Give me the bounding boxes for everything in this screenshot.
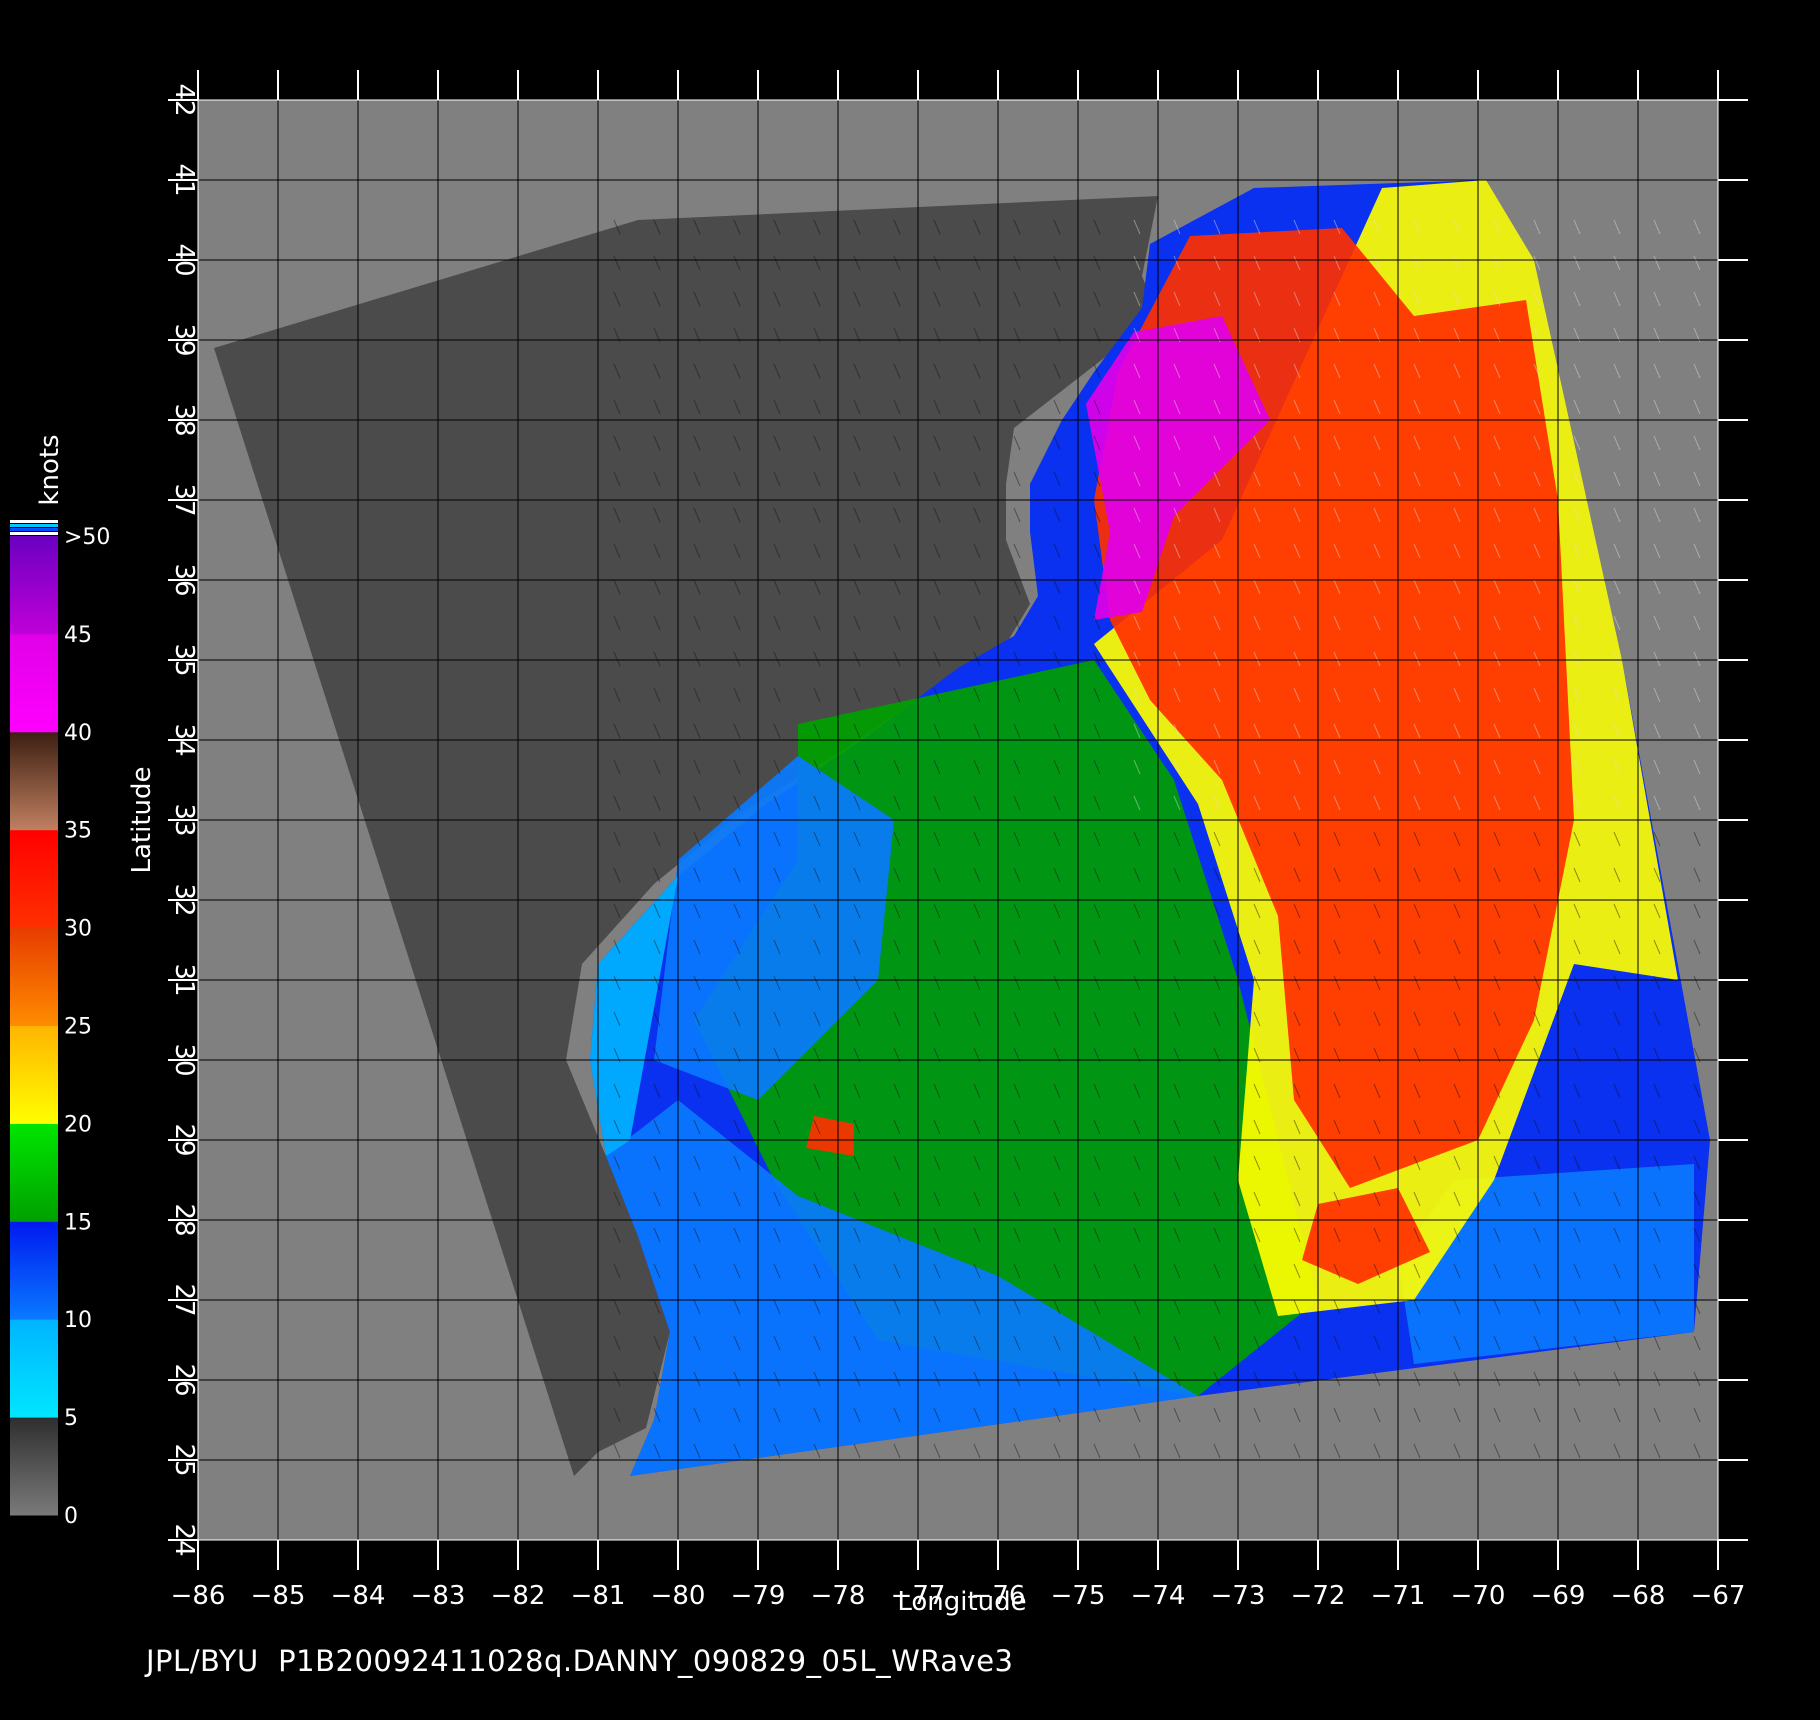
x-tick-label: −80 — [651, 1581, 706, 1611]
x-tick-label: −85 — [251, 1581, 306, 1611]
legend-label: 45 — [64, 623, 92, 648]
y-tick-label: 32 — [169, 883, 199, 916]
plot-area — [168, 70, 1748, 1570]
y-tick-label: 42 — [169, 83, 199, 116]
y-tick-labels: 24 25 26 27 28 29 30 31 32 33 34 35 36 37 38 39 40 41 42 — [169, 83, 199, 1556]
legend-label: 20 — [64, 1112, 92, 1137]
legend-labels: 0 5 10 15 20 25 30 35 40 45 >50 — [64, 525, 110, 1529]
wind-map-figure: −86 −85 −84 −83 −82 −81 −80 −79 −78 −77 −76 −75 −74−… — [10, 70, 1748, 1617]
y-tick-label: 34 — [169, 723, 199, 756]
legend-band — [10, 731, 58, 831]
legend-label: 15 — [64, 1210, 92, 1235]
y-tick-label: 27 — [169, 1283, 199, 1316]
legend-band — [10, 1417, 58, 1516]
y-tick-label: 33 — [169, 803, 199, 836]
legend-unit: knots — [35, 434, 65, 505]
y-tick-label: 25 — [169, 1443, 199, 1476]
legend-band — [10, 1319, 58, 1418]
legend-band — [10, 1123, 58, 1222]
y-tick-label: 38 — [169, 403, 199, 436]
legend-top-stripe — [10, 528, 58, 531]
y-tick-label: 24 — [169, 1523, 199, 1556]
legend-label: >50 — [64, 525, 110, 550]
y-tick-label: 37 — [169, 483, 199, 516]
legend-top-stripe — [10, 520, 58, 523]
legend-band — [10, 1221, 58, 1320]
legend-band — [10, 927, 58, 1026]
y-tick-label: 36 — [169, 563, 199, 596]
y-tick-label: 40 — [169, 243, 199, 276]
legend-label: 0 — [64, 1504, 78, 1529]
x-tick-label: −83 — [411, 1581, 466, 1611]
legend-label: 35 — [64, 819, 92, 844]
legend-color-bar — [10, 520, 58, 1516]
y-tick-label: 30 — [169, 1043, 199, 1076]
legend-label: 25 — [64, 1015, 92, 1040]
legend-top-stripe — [10, 524, 58, 527]
x-tick-label: −74 — [1131, 1581, 1186, 1611]
x-tick-label: −82 — [491, 1581, 546, 1611]
x-tick-label: −68 — [1611, 1581, 1666, 1611]
image-source-footer: JPL/BYU P1B20092411028q.DANNY_090829_05L… — [146, 1644, 1014, 1678]
y-tick-label: 31 — [169, 963, 199, 996]
x-tick-label: −70 — [1451, 1581, 1506, 1611]
y-tick-label: 28 — [169, 1203, 199, 1236]
legend-band — [10, 829, 58, 929]
y-tick-label: 26 — [169, 1363, 199, 1396]
x-tick-label: −86 — [171, 1581, 226, 1611]
x-tick-label: −72 — [1291, 1581, 1346, 1611]
legend-band — [10, 536, 58, 635]
x-tick-label: −84 — [331, 1581, 386, 1611]
y-tick-label: 41 — [169, 163, 199, 196]
x-tick-label: −78 — [811, 1581, 866, 1611]
color-legend: 0 5 10 15 20 25 30 35 40 45 >50 knots — [10, 434, 110, 1529]
legend-label: 40 — [64, 721, 92, 746]
x-tick-label: −73 — [1211, 1581, 1266, 1611]
x-axis-title: Longitude — [897, 1587, 1026, 1617]
y-axis-title: Latitude — [127, 766, 157, 873]
x-tick-label: −79 — [731, 1581, 786, 1611]
legend-band — [10, 1025, 58, 1124]
x-tick-label: −67 — [1691, 1581, 1746, 1611]
legend-label: 10 — [64, 1308, 92, 1333]
y-tick-label: 35 — [169, 643, 199, 676]
y-tick-label: 39 — [169, 323, 199, 356]
x-tick-label: −75 — [1051, 1581, 1106, 1611]
legend-top-stripe — [10, 532, 58, 535]
legend-label: 5 — [64, 1406, 78, 1431]
y-tick-label: 29 — [169, 1123, 199, 1156]
legend-band — [10, 633, 58, 733]
x-tick-label: −69 — [1531, 1581, 1586, 1611]
x-tick-label: −71 — [1371, 1581, 1426, 1611]
x-tick-label: −81 — [571, 1581, 626, 1611]
legend-label: 30 — [64, 917, 92, 942]
